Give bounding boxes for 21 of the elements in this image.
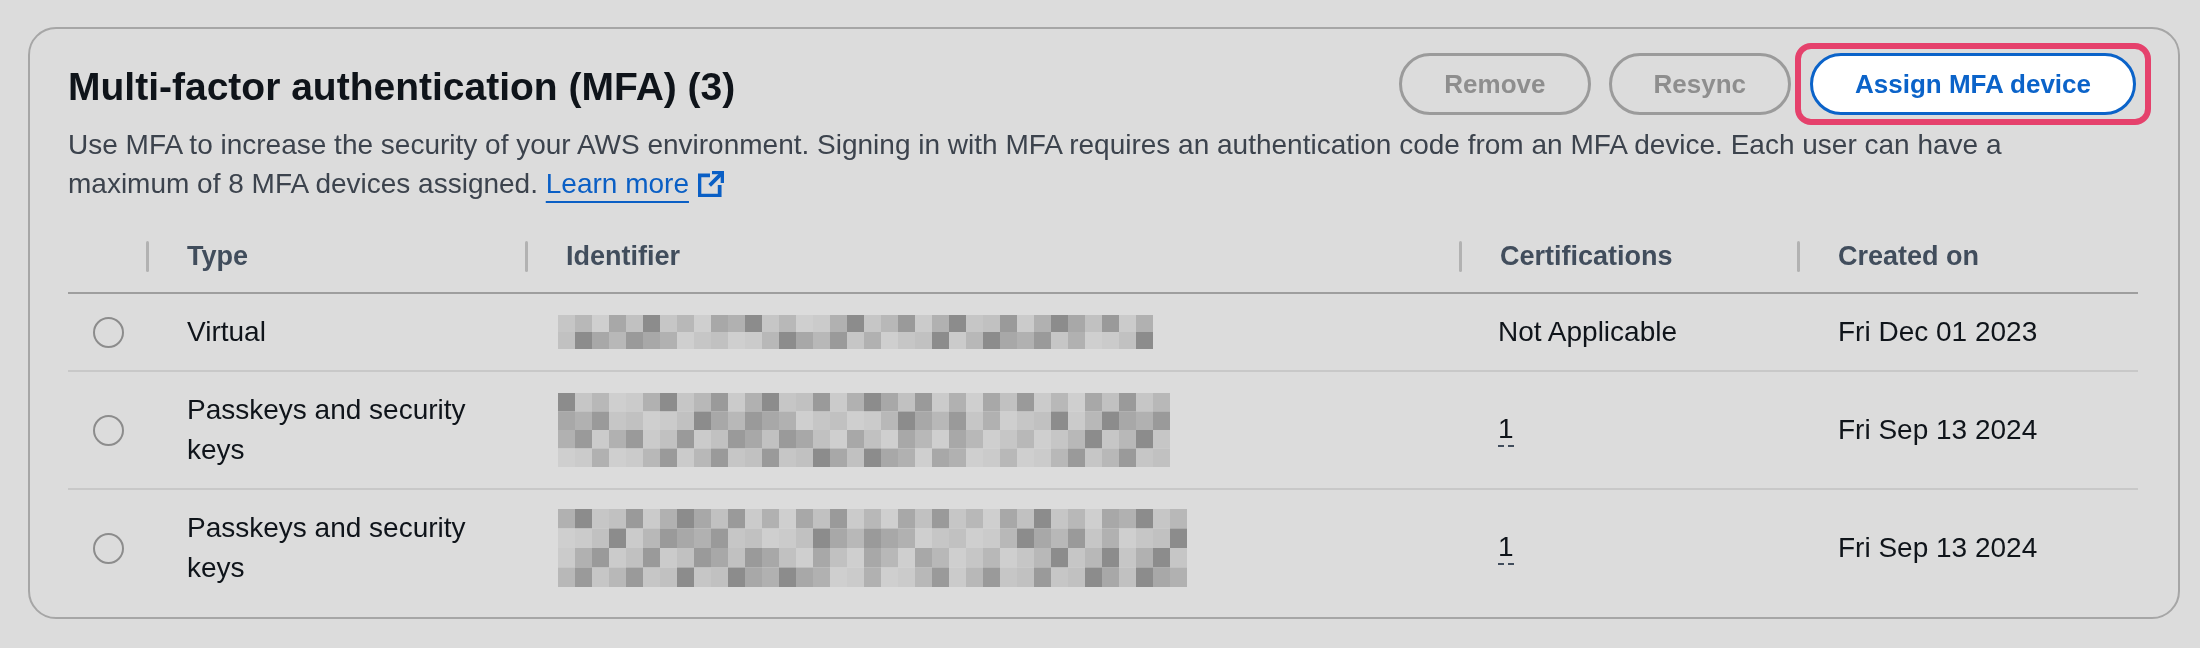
external-link-icon [697, 171, 724, 197]
column-header: Identifier [566, 239, 680, 273]
certification-status: Not Applicable [1498, 315, 1677, 349]
panel-title: Multi-factor authentication (MFA) (3) [68, 64, 736, 110]
radio-button[interactable] [93, 316, 124, 348]
certification-count[interactable]: 1 [1498, 413, 1514, 447]
radio-button[interactable] [93, 414, 124, 446]
action-button[interactable]: Assign MFA device [1810, 53, 2136, 115]
column-header: Type [187, 239, 248, 273]
created-date: Fri Sep 13 2024 [1838, 531, 2038, 565]
device-type: Virtual [187, 315, 266, 349]
created-date: Fri Dec 01 2023 [1838, 315, 2038, 349]
device-type: Passkeys and security keys [187, 393, 467, 467]
certification-count[interactable]: 1 [1498, 531, 1514, 565]
panel-description: Use MFA to increase the security of your AWS environment. Signing in with MFA requires an authentication code from an MFA device. Each user can have a maximum of 8 MFA devices assigned. Learn more [68, 128, 2003, 201]
device-type: Passkeys and security keys [187, 511, 467, 585]
learn-more-link[interactable]: Learn more [545, 168, 724, 199]
created-date: Fri Sep 13 2024 [1838, 413, 2038, 447]
column-header: Created on [1838, 239, 1980, 273]
radio-button[interactable] [93, 532, 124, 564]
column-header: Certifications [1500, 239, 1673, 273]
